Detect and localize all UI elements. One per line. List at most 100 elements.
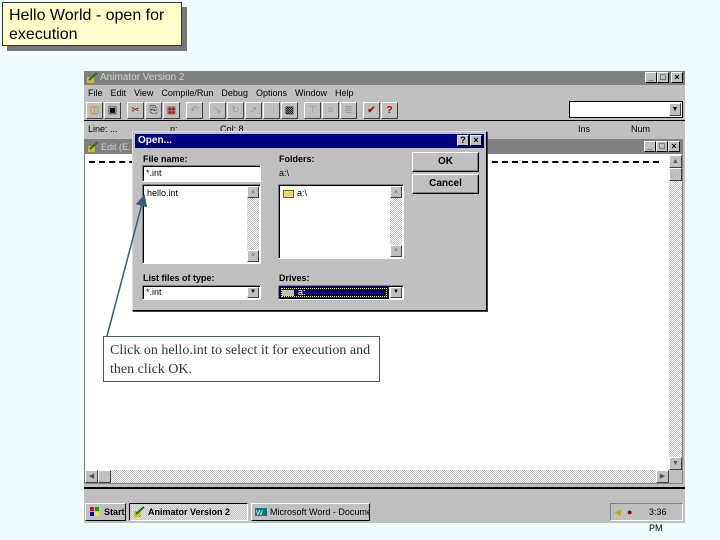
drive-selected: a: <box>279 286 389 299</box>
system-tray: ◀ ● 3:36 PM <box>610 503 683 533</box>
drives-select[interactable]: a: ▼ <box>278 285 404 300</box>
list-type-select[interactable]: *.int ▼ <box>142 285 261 300</box>
animate-button[interactable]: ▩ <box>281 101 298 119</box>
menu-view[interactable]: View <box>130 86 157 100</box>
app-title: Animator Version 2 <box>100 72 185 83</box>
toolbar-combo[interactable]: ▼ <box>569 101 683 118</box>
file-name-input[interactable]: *.int <box>142 165 261 182</box>
cut-icon: ✂ <box>131 104 140 116</box>
edit-close-button[interactable]: × <box>668 141 680 152</box>
network-icon[interactable]: ● <box>627 504 632 520</box>
file-list-scrollbar[interactable]: ▲ ▼ <box>247 186 259 262</box>
help-icon: ? <box>386 104 393 116</box>
speaker-icon[interactable]: ◀ <box>614 504 621 520</box>
folder-list[interactable]: a:\ ▲ ▼ <box>278 184 404 259</box>
hscroll-thumb[interactable] <box>98 470 111 483</box>
check-icon: ✔ <box>367 104 376 116</box>
list-type-label: List files of type: <box>143 273 215 283</box>
breakpoint-button[interactable]: ◌ <box>263 101 280 119</box>
folder-item-label: a:\ <box>297 188 308 198</box>
check-button[interactable]: ✔ <box>363 101 380 119</box>
cut-button[interactable]: ✂ <box>127 101 144 119</box>
svg-text:W: W <box>256 510 263 517</box>
dialog-title: Open... <box>138 135 172 146</box>
start-label: Start <box>104 507 125 517</box>
list-type-value: *.int <box>146 287 162 297</box>
menu-file[interactable]: File <box>84 86 107 100</box>
copy-button[interactable]: ⎘ <box>145 101 162 119</box>
scroll-right-icon[interactable]: ▶ <box>656 470 669 483</box>
task-word[interactable]: W Microsoft Word - Document1 <box>251 503 370 521</box>
step-out-button[interactable]: ≣ <box>340 101 357 119</box>
chevron-down-icon[interactable]: ▼ <box>669 103 681 116</box>
drives-label: Drives: <box>279 273 310 283</box>
minimize-button[interactable]: _ <box>645 72 657 83</box>
run-button[interactable]: ↗ <box>245 101 262 119</box>
taskbar: Start Animator Version 2 W Microsoft Wor… <box>84 499 685 533</box>
folder-item[interactable]: a:\ <box>283 188 307 198</box>
open-button[interactable]: ◫ <box>86 101 103 119</box>
scroll-up-icon[interactable]: ▲ <box>247 186 259 198</box>
vertical-scrollbar[interactable]: ▲ ▼ <box>669 155 682 470</box>
scroll-up-icon[interactable]: ▲ <box>669 155 682 168</box>
clock: 3:36 PM <box>649 507 667 533</box>
dialog-help-button[interactable]: ? <box>457 135 469 146</box>
trace-button[interactable]: ↻ <box>227 101 244 119</box>
slide-title: Hello World - open for execution <box>2 2 182 46</box>
menu-window[interactable]: Window <box>291 86 331 100</box>
ok-button[interactable]: OK <box>412 152 479 172</box>
scroll-up-icon[interactable]: ▲ <box>390 186 402 198</box>
menu-options[interactable]: Options <box>252 86 291 100</box>
status-line: Line: ... <box>88 124 118 134</box>
close-button[interactable]: × <box>671 72 683 83</box>
animator-app-icon <box>87 72 98 83</box>
file-list[interactable]: hello.int ▲ ▼ <box>142 184 261 264</box>
save-button[interactable]: ▣ <box>104 101 121 119</box>
cancel-button[interactable]: Cancel <box>412 174 479 194</box>
edit-window-title: Edit (E... <box>101 142 136 152</box>
menu-edit[interactable]: Edit <box>107 86 131 100</box>
paste-button[interactable]: ▦ <box>163 101 180 119</box>
dialog-close-button[interactable]: × <box>470 135 482 146</box>
breakpoint-icon: ◌ <box>268 104 275 116</box>
menu-debug[interactable]: Debug <box>217 86 252 100</box>
scroll-down-icon[interactable]: ▼ <box>247 250 259 262</box>
task-label: Microsoft Word - Document1 <box>270 507 369 517</box>
step-over-icon: ≡ <box>327 104 334 116</box>
step-button[interactable]: ↘ <box>209 101 226 119</box>
file-name-label: File name: <box>143 154 188 164</box>
menu-help[interactable]: Help <box>331 86 358 100</box>
undo-button[interactable]: ↶ <box>186 101 203 119</box>
instruction-callout: Click on hello.int to select it for exec… <box>103 336 380 382</box>
edit-maximize-button[interactable]: □ <box>656 141 668 152</box>
scroll-left-icon[interactable]: ◀ <box>85 470 98 483</box>
resize-grip[interactable] <box>669 470 682 483</box>
menu-bar: File Edit View Compile/Run Debug Options… <box>84 86 358 100</box>
scroll-down-icon[interactable]: ▼ <box>390 245 402 257</box>
file-item-hello-int[interactable]: hello.int <box>147 188 178 198</box>
chevron-down-icon[interactable]: ▼ <box>247 287 259 298</box>
divider <box>84 120 685 121</box>
edit-minimize-button[interactable]: _ <box>644 141 656 152</box>
chevron-down-icon[interactable]: ▼ <box>390 287 402 298</box>
save-icon: ▣ <box>107 104 118 116</box>
step-into-icon: ⊤ <box>308 104 317 116</box>
status-ins: Ins <box>578 124 591 134</box>
maximize-button[interactable]: □ <box>657 72 669 83</box>
undo-icon: ↶ <box>190 104 199 116</box>
animator-app-icon <box>134 506 145 517</box>
scroll-thumb[interactable] <box>669 168 682 181</box>
step-over-button[interactable]: ≡ <box>322 101 339 119</box>
folder-list-scrollbar[interactable]: ▲ ▼ <box>390 186 402 257</box>
task-animator[interactable]: Animator Version 2 <box>129 503 248 521</box>
scroll-down-icon[interactable]: ▼ <box>669 457 682 470</box>
horizontal-scrollbar[interactable]: ◀ ▶ <box>85 470 669 483</box>
open-dialog: Open... ? × File name: *.int hello.int ▲… <box>132 131 487 311</box>
step-into-button[interactable]: ⊤ <box>304 101 321 119</box>
help-button[interactable]: ? <box>381 101 398 119</box>
animate-icon: ▩ <box>284 104 295 116</box>
dialog-titlebar: Open... ? × <box>135 134 484 148</box>
start-button[interactable]: Start <box>85 503 126 521</box>
paste-icon: ▦ <box>166 104 177 116</box>
menu-compile-run[interactable]: Compile/Run <box>157 86 217 100</box>
